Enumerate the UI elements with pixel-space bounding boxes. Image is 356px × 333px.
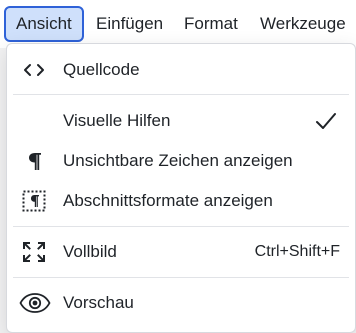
keyboard-shortcut: Ctrl+Shift+F	[254, 243, 340, 260]
menu-ansicht[interactable]: Ansicht	[4, 6, 84, 42]
view-dropdown-menu: Quellcode Visuelle Hilfen Unsichtbare Ze…	[6, 43, 356, 333]
menu-item-label: Vollbild	[63, 242, 117, 261]
menu-item-preview[interactable]: Vorschau	[7, 284, 355, 322]
menu-item-label: Visuelle Hilfen	[63, 111, 171, 130]
show-blocks-icon	[22, 190, 46, 212]
menu-einfuegen[interactable]: Einfügen	[86, 6, 173, 42]
menu-item-label: Quellcode	[63, 60, 140, 79]
menu-item-label: Vorschau	[63, 293, 134, 312]
menu-item-visual-aids[interactable]: Visuelle Hilfen	[7, 102, 355, 140]
pilcrow-icon	[29, 153, 41, 170]
menubar: Ansicht Einfügen Format Werkzeuge	[0, 0, 356, 48]
menu-item-label: Abschnittsformate anzeigen	[63, 191, 273, 210]
eye-icon	[19, 293, 51, 313]
menu-item-label: Unsichtbare Zeichen anzeigen	[63, 151, 293, 170]
menu-item-show-blocks[interactable]: Abschnittsformate anzeigen	[7, 182, 355, 220]
menu-separator	[13, 94, 349, 95]
menu-separator	[13, 226, 349, 227]
menu-item-fullscreen[interactable]: Vollbild Ctrl+Shift+F	[7, 233, 355, 271]
checkmark-icon	[316, 113, 336, 129]
menu-werkzeuge[interactable]: Werkzeuge	[250, 6, 356, 42]
fullscreen-icon	[23, 242, 45, 262]
menu-item-show-invisible-chars[interactable]: Unsichtbare Zeichen anzeigen	[7, 142, 355, 180]
menu-item-source-code[interactable]: Quellcode	[7, 51, 355, 89]
menu-format[interactable]: Format	[174, 6, 248, 42]
menu-separator	[13, 277, 349, 278]
code-brackets-icon	[24, 64, 44, 76]
